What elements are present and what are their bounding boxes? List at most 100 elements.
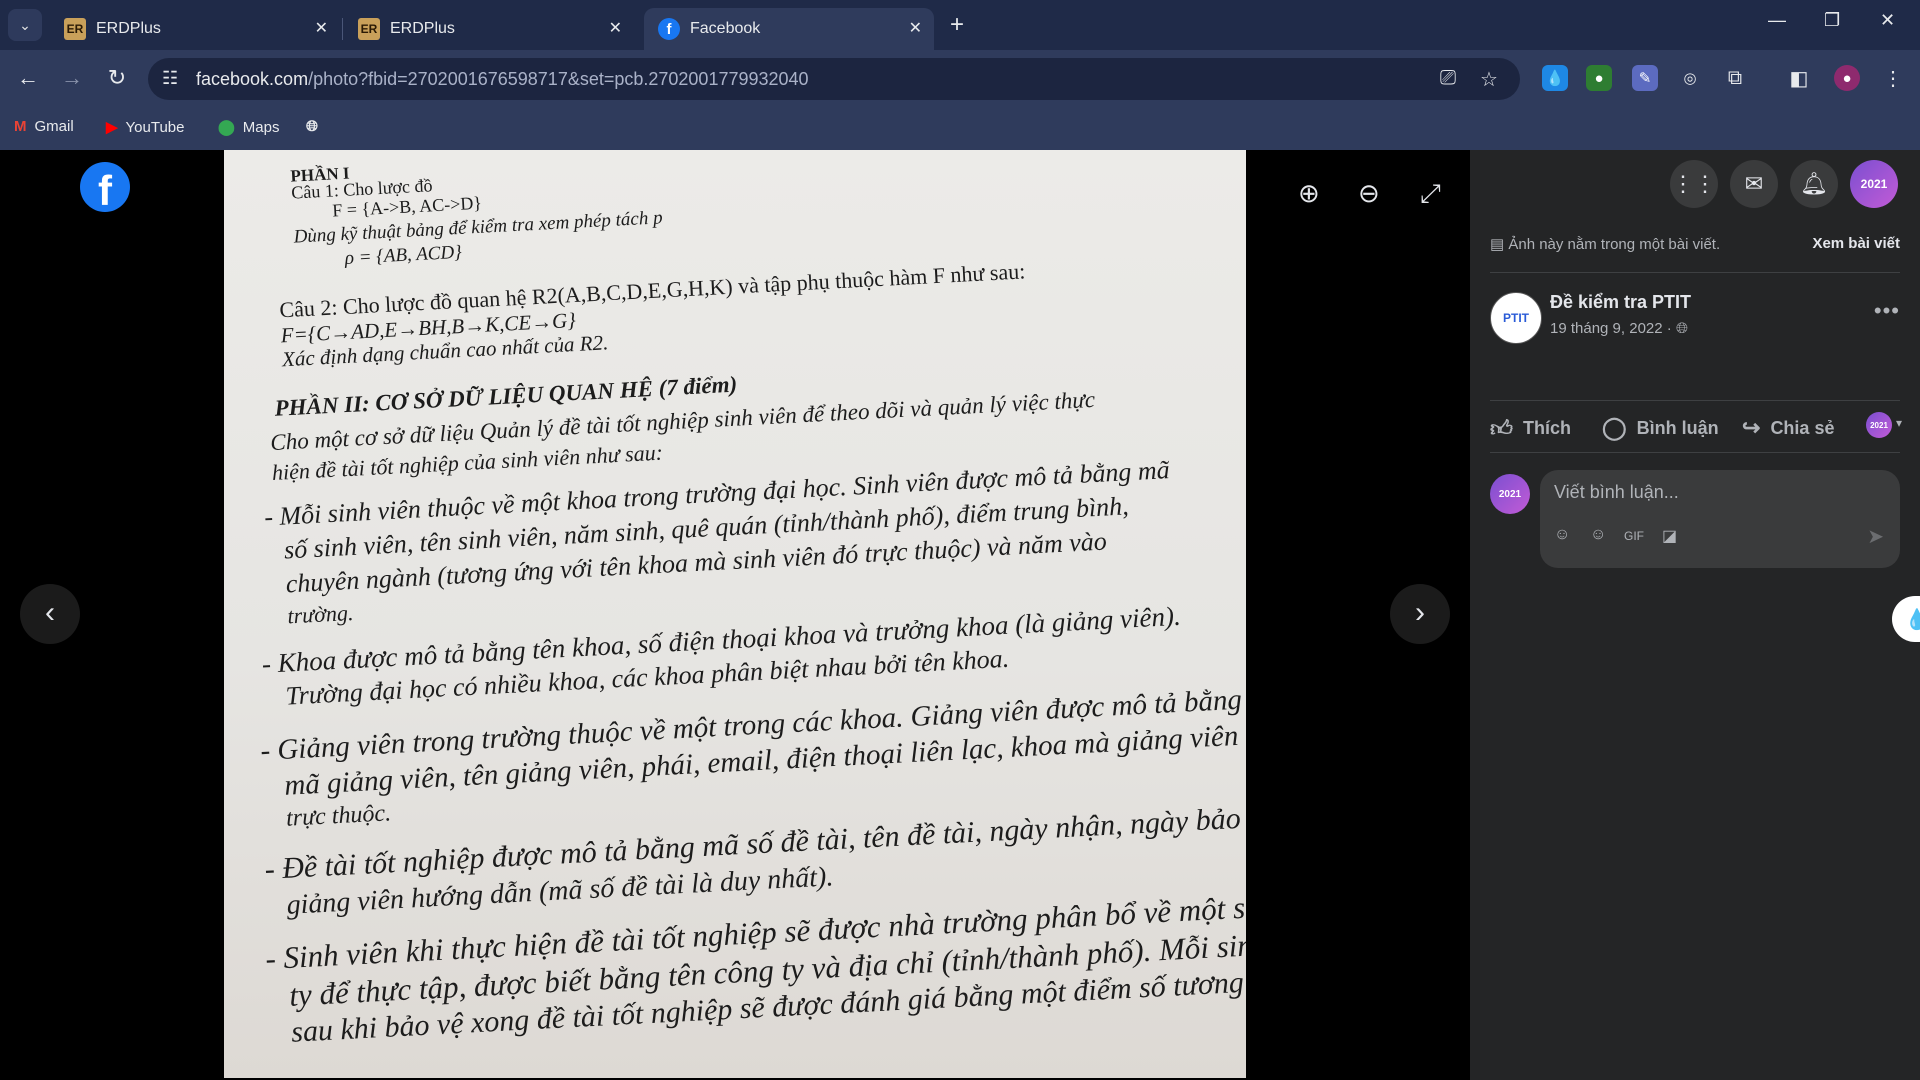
thumbs-up-icon: 👍︎ — [1490, 416, 1513, 441]
new-tab-button[interactable]: + — [950, 11, 964, 39]
tab-search-button[interactable]: ⌄ — [8, 9, 42, 41]
divider — [1490, 452, 1900, 453]
photo-viewer: f PHẦN I Câu 1: Cho lược đồ F = {A->B, A… — [0, 150, 1470, 1080]
tab-title: ERDPlus — [390, 20, 455, 37]
comment-button[interactable]: ◯ Bình luận — [1602, 415, 1719, 441]
bookmark-star-icon[interactable]: ☆ — [1480, 67, 1498, 92]
page-name[interactable]: Đề kiểm tra PTIT — [1550, 292, 1691, 313]
photo-line: Câu 2: Cho lược đồ quan hệ R2(A,B,C,D,E,… — [278, 258, 1026, 323]
maps-pin-icon: ⬤ — [218, 119, 235, 136]
erdplus-favicon-icon: ER — [358, 18, 380, 40]
comment-label: Bình luận — [1636, 417, 1719, 438]
profile-avatar-icon[interactable]: ● — [1834, 65, 1860, 91]
address-bar[interactable]: ☷ facebook.com/photo?fbid=27020016765987… — [148, 58, 1520, 100]
bookmark-maps[interactable]: ⬤ Maps — [218, 118, 280, 137]
chevron-down-icon: ⌄ — [19, 17, 31, 33]
water-drop-extension-icon[interactable]: 💧 — [1542, 65, 1568, 91]
erdplus-favicon-icon: ER — [64, 18, 86, 40]
post-details-panel: ⋮⋮ ✉ 🔔︎ 2021 ▤ Ảnh này nằm trong một bài… — [1470, 150, 1920, 1080]
more-options-icon[interactable]: ••• — [1874, 298, 1900, 324]
previous-photo-button[interactable]: ‹ — [20, 584, 80, 644]
comment-bubble-icon: ◯ — [1602, 415, 1627, 440]
url-text[interactable]: facebook.com/photo?fbid=2702001676598717… — [196, 69, 809, 90]
photo-text-content: PHẦN I Câu 1: Cho lược đồ F = {A->B, AC-… — [224, 150, 1246, 1078]
facebook-favicon-icon: f — [658, 18, 680, 40]
minimize-button[interactable]: — — [1768, 10, 1786, 31]
caret-down-icon[interactable]: ▾ — [1896, 416, 1902, 430]
share-label: Chia sẻ — [1770, 417, 1835, 438]
divider — [1490, 272, 1900, 273]
back-button[interactable]: ← — [14, 65, 42, 91]
photo-image: PHẦN I Câu 1: Cho lược đồ F = {A->B, AC-… — [224, 150, 1246, 1078]
messenger-icon[interactable]: ✉ — [1730, 160, 1778, 208]
account-avatar[interactable]: 2021 — [1850, 160, 1898, 208]
zoom-out-icon[interactable]: ⊖ — [1358, 178, 1380, 209]
tab-erdplus-2[interactable]: ER ERDPlus ✕ — [344, 8, 634, 50]
menu-grid-icon[interactable]: ⋮⋮ — [1670, 160, 1718, 208]
like-label: Thích — [1523, 418, 1571, 438]
sticker-icon[interactable]: ◪ — [1662, 526, 1677, 546]
post-icon: ▤ — [1490, 236, 1509, 253]
tab-erdplus-1[interactable]: ER ERDPlus ✕ — [50, 8, 340, 50]
post-date-text: 19 tháng 9, 2022 · — [1550, 320, 1672, 337]
bookmarks-bar: M Gmail ▶ YouTube ⬤ Maps 🌐︎ — [0, 108, 1920, 150]
facebook-logo-icon[interactable]: f — [80, 162, 130, 212]
notifications-bell-icon[interactable]: 🔔︎ — [1790, 160, 1838, 208]
reload-button[interactable]: ↻ — [103, 65, 131, 91]
photo-line: ρ = {AB, ACD} — [344, 241, 463, 269]
tab-title: ERDPlus — [96, 20, 161, 37]
react-as-avatar[interactable]: 2021 — [1866, 412, 1892, 438]
tab-title: Facebook — [690, 20, 761, 37]
install-app-icon[interactable]: ⎚ — [1440, 67, 1456, 90]
emoji-icon[interactable]: ☺ — [1590, 526, 1606, 544]
divider — [1490, 400, 1900, 401]
close-icon[interactable]: ✕ — [315, 18, 328, 38]
side-panel-icon[interactable]: ◧ — [1786, 65, 1812, 91]
url-domain: facebook.com — [196, 69, 309, 89]
fullscreen-icon[interactable]: ⤢ — [1420, 178, 1441, 210]
gmail-icon: M — [14, 118, 27, 135]
post-info-row: ▤ Ảnh này nằm trong một bài viết. Xem bà… — [1490, 235, 1900, 253]
page-avatar[interactable]: PTIT — [1490, 292, 1542, 344]
pen-extension-icon[interactable]: ✎ — [1632, 65, 1658, 91]
close-icon[interactable]: ✕ — [909, 18, 922, 38]
bookmark-youtube[interactable]: ▶ YouTube — [106, 118, 185, 137]
tab-divider — [342, 18, 343, 40]
post-info-text: Ảnh này nằm trong một bài viết. — [1508, 236, 1721, 253]
youtube-icon: ▶ — [106, 119, 118, 136]
globe-icon: 🌐︎ — [1675, 320, 1688, 337]
avatar-sticker-icon[interactable]: ☺ — [1554, 526, 1570, 544]
photo-line: trực thuộc. — [285, 800, 392, 832]
forward-button[interactable]: → — [58, 65, 86, 91]
commenter-avatar[interactable]: 2021 — [1490, 474, 1530, 514]
browser-toolbar: ← → ↻ ☷ facebook.com/photo?fbid=27020016… — [0, 50, 1920, 108]
gif-icon[interactable]: GIF — [1624, 529, 1644, 543]
share-arrow-icon: ↪ — [1742, 415, 1761, 440]
globe-extension-icon[interactable]: ● — [1586, 65, 1612, 91]
compass-extension-icon[interactable]: ◎ — [1677, 65, 1703, 91]
menu-kebab-icon[interactable]: ⋮ — [1880, 65, 1906, 91]
close-window-button[interactable]: ✕ — [1880, 10, 1895, 31]
comment-input[interactable]: Viết bình luận... ☺ ☺ GIF ◪ ➤ — [1540, 470, 1900, 568]
close-icon[interactable]: ✕ — [609, 18, 622, 38]
restore-button[interactable]: ❐ — [1824, 10, 1840, 31]
send-icon[interactable]: ➤ — [1867, 524, 1884, 549]
comment-placeholder: Viết bình luận... — [1554, 482, 1679, 502]
like-button[interactable]: 👍︎ Thích — [1490, 415, 1571, 442]
share-button[interactable]: ↪ Chia sẻ — [1742, 415, 1834, 441]
bookmark-label: Maps — [242, 118, 280, 136]
view-post-link[interactable]: Xem bài viết — [1812, 235, 1900, 252]
tab-facebook[interactable]: f Facebook ✕ — [644, 8, 934, 50]
bookmark-label: YouTube — [125, 118, 185, 136]
puzzle-icon[interactable]: ⧉ — [1722, 65, 1748, 91]
next-photo-button[interactable]: › — [1390, 584, 1450, 644]
zoom-in-icon[interactable]: ⊕ — [1298, 178, 1320, 209]
bookmark-globe[interactable]: 🌐︎ — [306, 118, 326, 135]
globe-icon: 🌐︎ — [306, 118, 319, 135]
post-date[interactable]: 19 tháng 9, 2022 · 🌐︎ — [1550, 320, 1688, 337]
photo-line: trường. — [286, 599, 354, 629]
bookmark-label: Gmail — [34, 118, 74, 135]
site-settings-icon[interactable]: ☷ — [162, 68, 178, 89]
bookmark-gmail[interactable]: M Gmail — [14, 118, 74, 135]
url-path: /photo?fbid=2702001676598717&set=pcb.270… — [308, 69, 809, 89]
